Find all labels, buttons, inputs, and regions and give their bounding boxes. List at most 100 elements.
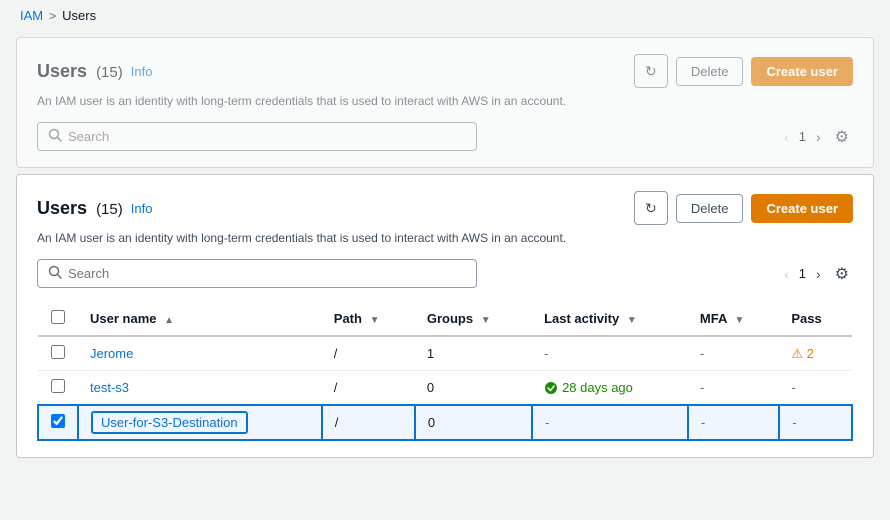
th-groups[interactable]: Groups ▼ <box>415 302 532 336</box>
select-all-checkbox[interactable] <box>51 310 65 324</box>
row-path-cell: / <box>322 405 415 440</box>
row-pass-cell: - <box>779 371 852 406</box>
row-groups-cell: 0 <box>415 371 532 406</box>
top-next-page-button[interactable]: › <box>812 127 825 147</box>
th-path[interactable]: Path ▼ <box>322 302 415 336</box>
row-checkbox-test-s3[interactable] <box>51 379 65 393</box>
last-activity-dash: - <box>544 346 548 361</box>
table-header-row: User name ▲ Path ▼ Groups ▼ Last activ <box>38 302 852 336</box>
top-search-input-wrapper[interactable] <box>37 122 477 151</box>
main-search-row: ‹ 1 › ⚙ <box>37 259 853 288</box>
breadcrumb-parent-link[interactable]: IAM <box>20 8 43 23</box>
th-groups-label: Groups <box>427 311 473 326</box>
row-last-activity-cell: - <box>532 336 688 371</box>
last-activity-ok: 28 days ago <box>544 380 676 395</box>
last-activity-dash: - <box>545 415 549 430</box>
row-username-cell: Jerome <box>78 336 322 371</box>
row-checkbox-cell <box>38 371 78 406</box>
main-toolbar: ↻ Delete Create user <box>634 191 853 225</box>
main-pagination-settings-button[interactable]: ⚙ <box>831 262 853 286</box>
top-panel-title-area: Users (15) Info <box>37 61 152 82</box>
groups-sort-desc-icon: ▼ <box>481 315 491 326</box>
row-mfa-cell: - <box>688 405 779 440</box>
table-row: User-for-S3-Destination/0--- <box>38 405 852 440</box>
table-row: Jerome/1--⚠ 2 <box>38 336 852 371</box>
row-mfa-cell: - <box>688 336 779 371</box>
row-username-link-user-for-s3-destination[interactable]: User-for-S3-Destination <box>91 411 248 434</box>
top-delete-button[interactable]: Delete <box>676 57 744 86</box>
table-row: test-s3 /0 28 days ago - - <box>38 371 852 406</box>
row-mfa-value: - <box>700 346 704 361</box>
top-search-row: ‹ 1 › ⚙ <box>37 122 853 151</box>
row-checkbox-user-for-s3-destination[interactable] <box>51 414 65 428</box>
th-path-label: Path <box>334 311 362 326</box>
row-checkbox-jerome[interactable] <box>51 345 65 359</box>
row-last-activity-cell: 28 days ago <box>532 371 688 406</box>
top-search-input[interactable] <box>68 129 466 144</box>
th-pass[interactable]: Pass <box>779 302 852 336</box>
row-pass-value: - <box>791 380 795 395</box>
row-last-activity-cell: - <box>532 405 688 440</box>
th-username-label: User name <box>90 311 156 326</box>
top-page-number: 1 <box>799 129 806 144</box>
th-mfa[interactable]: MFA ▼ <box>688 302 779 336</box>
main-search-input-wrapper[interactable] <box>37 259 477 288</box>
users-table-wrapper: User name ▲ Path ▼ Groups ▼ Last activ <box>37 302 853 441</box>
page-wrapper: IAM > Users Users (15) Info ↻ Delete Cre… <box>0 0 890 520</box>
row-path-cell: / <box>322 336 415 371</box>
top-toolbar: ↻ Delete Create user <box>634 54 853 88</box>
top-pagination: ‹ 1 › ⚙ <box>764 125 853 149</box>
row-pass-value: - <box>792 415 796 430</box>
top-info-badge[interactable]: Info <box>131 64 153 79</box>
row-username-cell: test-s3 <box>78 371 322 406</box>
row-username-cell: User-for-S3-Destination <box>78 405 322 440</box>
th-mfa-label: MFA <box>700 311 727 326</box>
th-last-activity-label: Last activity <box>544 311 619 326</box>
last-activity-sort-desc-icon: ▼ <box>627 315 637 326</box>
top-create-user-button[interactable]: Create user <box>751 57 853 86</box>
main-refresh-button[interactable]: ↻ <box>634 191 668 225</box>
main-create-user-button[interactable]: Create user <box>751 194 853 223</box>
row-groups-cell: 1 <box>415 336 532 371</box>
row-groups-cell: 0 <box>415 405 532 440</box>
mfa-sort-desc-icon: ▼ <box>734 315 744 326</box>
th-last-activity[interactable]: Last activity ▼ <box>532 302 688 336</box>
th-checkbox <box>38 302 78 336</box>
main-panel-description: An IAM user is an identity with long-ter… <box>37 231 853 245</box>
users-table: User name ▲ Path ▼ Groups ▼ Last activ <box>37 302 853 441</box>
main-prev-page-button[interactable]: ‹ <box>780 264 793 284</box>
row-username-link-jerome[interactable]: Jerome <box>90 346 133 361</box>
th-username[interactable]: User name ▲ <box>78 302 322 336</box>
path-sort-desc-icon: ▼ <box>370 315 380 326</box>
main-panel: Users (15) Info ↻ Delete Create user An … <box>16 174 874 458</box>
top-panel-header: Users (15) Info ↻ Delete Create user <box>37 54 853 88</box>
row-pass-cell: ⚠ 2 <box>779 336 852 371</box>
row-checkbox-cell <box>38 336 78 371</box>
row-mfa-value: - <box>701 415 705 430</box>
breadcrumb: IAM > Users <box>0 0 890 31</box>
main-info-badge[interactable]: Info <box>131 201 153 216</box>
th-pass-label: Pass <box>791 311 821 326</box>
main-delete-button[interactable]: Delete <box>676 194 744 223</box>
breadcrumb-separator: > <box>49 9 56 23</box>
row-path-cell: / <box>322 371 415 406</box>
row-pass-warning: ⚠ 2 <box>791 346 840 362</box>
main-search-input[interactable] <box>68 266 466 281</box>
top-panel-title: Users (15) <box>37 61 123 82</box>
top-panel-description: An IAM user is an identity with long-ter… <box>37 94 853 108</box>
row-checkbox-cell <box>38 405 78 440</box>
row-username-link-test-s3[interactable]: test-s3 <box>90 380 129 395</box>
row-mfa-cell: - <box>688 371 779 406</box>
main-next-page-button[interactable]: › <box>812 264 825 284</box>
row-pass-cell: - <box>779 405 852 440</box>
top-prev-page-button[interactable]: ‹ <box>780 127 793 147</box>
row-mfa-value: - <box>700 380 704 395</box>
main-page-number: 1 <box>799 266 806 281</box>
main-panel-title: Users (15) <box>37 198 123 219</box>
breadcrumb-current: Users <box>62 8 96 23</box>
top-pagination-settings-button[interactable]: ⚙ <box>831 125 853 149</box>
main-pagination: ‹ 1 › ⚙ <box>764 262 853 286</box>
main-panel-header: Users (15) Info ↻ Delete Create user <box>37 191 853 225</box>
top-refresh-button[interactable]: ↻ <box>634 54 668 88</box>
main-search-icon <box>48 265 62 282</box>
